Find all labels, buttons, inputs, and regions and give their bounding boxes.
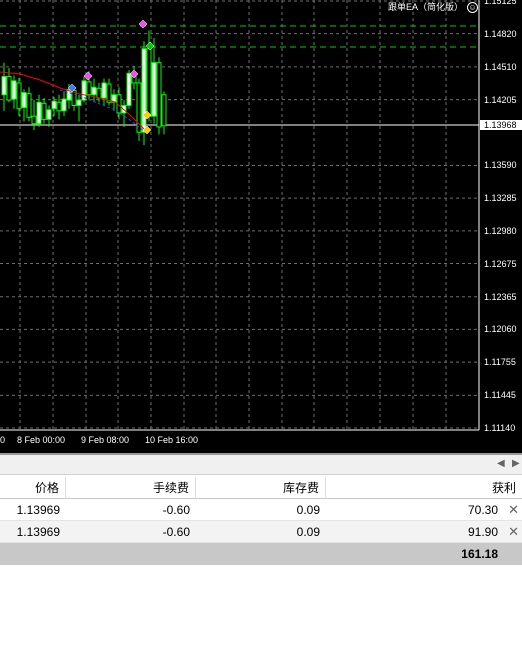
candle-body [11, 80, 17, 100]
candle-body [161, 94, 167, 127]
candle-body [141, 48, 147, 133]
candle-body [1, 76, 7, 96]
price-tick-label: 1.12980 [484, 225, 517, 236]
tab-prev-icon[interactable]: ◀ [497, 458, 505, 469]
candle-body [6, 76, 12, 101]
candle-body [46, 109, 52, 120]
candle-body [76, 99, 82, 106]
price-tick-label: 1.14820 [484, 28, 517, 39]
candle-body [61, 98, 67, 112]
candle-body [101, 82, 107, 99]
price-tick-label: 1.12060 [484, 324, 517, 335]
header-profit[interactable]: 获利 [326, 477, 522, 499]
trade-marker [138, 19, 148, 29]
cell-profit: 70.30 [467, 503, 498, 517]
candle-body [146, 48, 152, 117]
cell-commission: -0.60 [162, 503, 190, 517]
price-tick-label: 1.11755 [484, 357, 516, 368]
table-header: 价格 手续费 库存费 获利 [0, 477, 522, 499]
table-row[interactable]: 1.13969 -0.60 0.09 70.30 ✕ [0, 499, 522, 521]
price-tick-label: 1.13590 [484, 160, 517, 171]
candle-body [51, 100, 57, 110]
time-tick-label: 9 Feb 08:00 [81, 435, 130, 445]
current-price-label: 1.13968 [480, 119, 522, 130]
cell-swap: 0.09 [296, 525, 320, 539]
chart-canvas[interactable] [0, 0, 522, 453]
header-price[interactable]: 价格 [0, 477, 66, 499]
candle-body [56, 101, 62, 112]
cell-price: 1.13969 [16, 503, 60, 517]
ea-label: 跟单EA（简化版） ☺ [387, 0, 478, 14]
candle-body [36, 101, 42, 125]
cell-swap: 0.09 [296, 503, 320, 517]
candle-body [151, 62, 157, 117]
candle-body [126, 72, 132, 106]
total-row: 161.18 [0, 543, 522, 565]
candle-body [16, 82, 22, 110]
candle-body [21, 92, 27, 109]
candle-body [41, 102, 47, 120]
price-chart[interactable]: 跟单EA（简化版） ☺ 1.15125 1.14820 1.14510 1.14205 1… [0, 0, 522, 453]
time-tick-label: 0 [0, 435, 6, 445]
cell-profit: 91.90 [467, 525, 498, 539]
price-tick-label: 1.13285 [484, 193, 517, 204]
cell-price: 1.13969 [16, 525, 60, 539]
price-tick-label: 1.12365 [484, 291, 517, 302]
price-tick-label: 1.14510 [484, 61, 517, 72]
ea-name: 跟单EA（简化版） [387, 2, 463, 12]
candle-body [31, 115, 37, 125]
price-tick-label: 1.14205 [484, 94, 517, 105]
price-tick-label: 1.15125 [484, 0, 517, 6]
candle-body [91, 86, 97, 96]
price-tick-label: 1.11140 [484, 423, 516, 433]
candle-body [156, 62, 162, 128]
price-tick-label: 1.12675 [484, 258, 517, 269]
smiley-icon: ☺ [467, 2, 478, 14]
time-tick-label: 8 Feb 00:00 [17, 435, 66, 445]
close-order-icon[interactable]: ✕ [508, 521, 519, 543]
header-commission[interactable]: 手续费 [66, 477, 196, 499]
terminal-tabstrip: ◀ ▶ [0, 455, 522, 475]
tab-next-icon[interactable]: ▶ [512, 458, 520, 469]
candle-body [26, 93, 32, 118]
time-tick-label: 10 Feb 16:00 [145, 435, 199, 445]
close-order-icon[interactable]: ✕ [508, 499, 519, 521]
candle-body [96, 87, 102, 99]
trade-table: 价格 手续费 库存费 获利 1.13969 -0.60 0.09 70.30 ✕… [0, 477, 522, 565]
total-profit: 161.18 [461, 547, 498, 561]
price-tick-label: 1.11445 [484, 390, 516, 401]
table-row[interactable]: 1.13969 -0.60 0.09 91.90 ✕ [0, 521, 522, 543]
header-swap[interactable]: 库存费 [196, 477, 326, 499]
cell-commission: -0.60 [162, 525, 190, 539]
trade-marker [83, 71, 93, 81]
candle-body [86, 81, 92, 96]
